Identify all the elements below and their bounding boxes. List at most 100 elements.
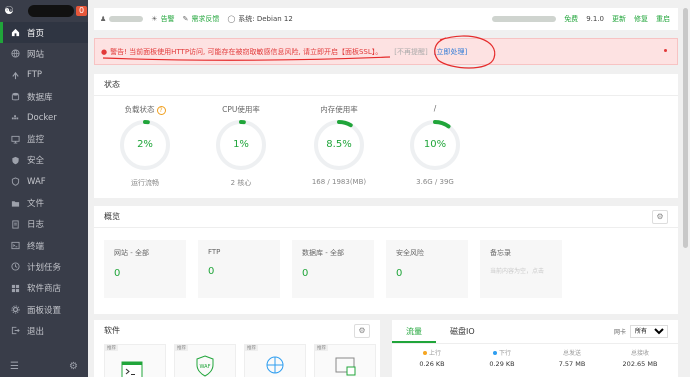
- sidebar-item-logs[interactable]: 日志: [0, 214, 88, 235]
- sidebar-item-label: 终端: [27, 241, 45, 252]
- repair-button[interactable]: 修复: [634, 14, 648, 24]
- overview-card-security[interactable]: 安全风险 0: [386, 240, 468, 298]
- sidebar-item-monitor[interactable]: 监控: [0, 128, 88, 149]
- sidebar-item-database[interactable]: 数据库: [0, 86, 88, 107]
- system-label: 系统: Debian 12: [238, 15, 293, 23]
- software-item[interactable]: 推荐 WAF: [174, 344, 236, 377]
- sidebar-item-label: 面板设置: [27, 305, 62, 316]
- system-info: ◯ 系统: Debian 12: [227, 14, 292, 24]
- alert-label: 告警: [160, 15, 175, 23]
- sidebar-item-home[interactable]: 首页: [0, 22, 88, 44]
- terminal-icon: [10, 241, 20, 251]
- topbar-right: 免费 9.1.0 更新 修复 重启: [484, 14, 678, 24]
- card-value: 0: [396, 268, 403, 279]
- gauge-ring: 10%: [408, 118, 462, 172]
- user-icon: ♟: [100, 15, 107, 23]
- tab-disk-io[interactable]: 磁盘IO: [436, 320, 489, 343]
- card-value: 0: [208, 266, 215, 277]
- notification-badge[interactable]: 0: [76, 6, 88, 16]
- gauge-load[interactable]: 负载状态? 2% 运行流畅: [110, 104, 180, 188]
- settings-icon: [10, 305, 20, 315]
- stat-value: 7.57 MB: [558, 360, 586, 368]
- sidebar-item-docker[interactable]: Docker: [0, 107, 88, 128]
- overview-card-ftp[interactable]: FTP 0: [198, 240, 280, 298]
- sidebar-item-security[interactable]: 安全: [0, 150, 88, 171]
- alert-link[interactable]: ☀ 告警: [151, 14, 174, 24]
- ftp-icon: [10, 70, 20, 80]
- sidebar-item-terminal[interactable]: 终端: [0, 235, 88, 256]
- version-label: 9.1.0: [586, 15, 604, 23]
- software-item[interactable]: 推荐: [314, 344, 376, 377]
- app-root: ☯ 0 首页 网站 FTP 数据库 Docker 监控 安全 WAF 文件 日志…: [0, 0, 690, 377]
- collapse-menu-icon[interactable]: ☰: [10, 361, 19, 372]
- help-icon[interactable]: ?: [156, 106, 166, 115]
- sidebar-item-ftp[interactable]: FTP: [0, 65, 88, 86]
- update-button[interactable]: 更新: [612, 14, 626, 24]
- overview-card-memo[interactable]: 备忘录 当前内容为空，点击: [480, 240, 562, 298]
- gear-icon[interactable]: ⚙: [354, 324, 370, 338]
- free-badge[interactable]: 免费: [564, 14, 578, 24]
- sidebar-item-label: 退出: [27, 326, 45, 337]
- download-dot: [492, 351, 497, 355]
- waf-icon: [10, 177, 20, 187]
- sidebar-item-label: 软件商店: [27, 284, 62, 295]
- software-item[interactable]: 推荐: [244, 344, 306, 377]
- overview-card-database[interactable]: 数据库 - 全部 0: [292, 240, 374, 298]
- gauge-sub: 3.6G / 39G: [416, 178, 454, 186]
- sidebar-item-label: FTP: [27, 70, 43, 81]
- stat-label: 总发送: [562, 350, 581, 357]
- card-label: 网站 - 全部: [114, 249, 149, 257]
- card-label: 数据库 - 全部: [302, 249, 344, 257]
- upload-dot: [422, 351, 427, 355]
- gauge-label: 负载状态?: [110, 104, 180, 116]
- sidebar-item-store[interactable]: 软件商店: [0, 278, 88, 299]
- stat-total-received: 总接收 202.65 MB: [610, 348, 670, 368]
- gauge-sub: 运行流畅: [131, 179, 159, 187]
- scrollbar[interactable]: [682, 0, 690, 377]
- bell-icon: ☀: [151, 15, 158, 23]
- sidebar-item-cron[interactable]: 计划任务: [0, 256, 88, 277]
- sidebar: ☯ 0 首页 网站 FTP 数据库 Docker 监控 安全 WAF 文件 日志…: [0, 0, 88, 377]
- gauge-cpu[interactable]: CPU使用率 1% 2 核心: [206, 104, 276, 188]
- shield-icon: [10, 155, 20, 165]
- recommend-tag: 推荐: [245, 345, 258, 351]
- sidebar-item-label: 首页: [27, 28, 45, 39]
- gear-icon[interactable]: ⚙: [69, 361, 78, 372]
- brand: ☯ 0: [0, 0, 88, 22]
- ignore-alert-link[interactable]: [不再提醒]: [394, 47, 427, 57]
- stat-upload: 上行 0.26 KB: [402, 348, 462, 368]
- sidebar-item-label: 计划任务: [27, 262, 62, 273]
- gauge-value: 8.5%: [326, 139, 352, 150]
- sidebar-item-websites[interactable]: 网站: [0, 43, 88, 64]
- feedback-link[interactable]: ✎ 需求反馈: [183, 14, 220, 24]
- server-redacted: [492, 16, 557, 22]
- sidebar-item-logout[interactable]: 退出: [0, 320, 88, 341]
- sidebar-item-files[interactable]: 文件: [0, 192, 88, 213]
- gauge-memory[interactable]: 内存使用率 8.5% 168 / 1983(MB): [304, 104, 374, 186]
- sidebar-item-settings[interactable]: 面板设置: [0, 299, 88, 320]
- card-value: 0: [302, 268, 309, 279]
- sidebar-item-waf[interactable]: WAF: [0, 171, 88, 192]
- overview-card-websites[interactable]: 网站 - 全部 0: [104, 240, 186, 298]
- fix-now-link[interactable]: [立即处理]: [434, 47, 467, 57]
- nic-select[interactable]: 所有: [630, 325, 668, 338]
- gauge-sub: 2 核心: [230, 179, 252, 187]
- tab-traffic[interactable]: 流量: [392, 320, 436, 343]
- gauge-disk[interactable]: / 10% 3.6G / 39G: [400, 104, 470, 186]
- gauge-label: /: [433, 104, 437, 113]
- software-item[interactable]: 推荐: [104, 344, 166, 377]
- stat-value: 0.29 KB: [489, 360, 515, 368]
- restart-button[interactable]: 重启: [656, 14, 670, 24]
- topbar: ♟ ☀ 告警 ✎ 需求反馈 ◯ 系统: Debian 12 免费 9.1.0 更新 修…: [94, 8, 678, 30]
- scrollbar-thumb[interactable]: [683, 8, 688, 248]
- software-panel: 软件 ⚙ 推荐 推荐 WAF 推荐 推荐: [94, 320, 380, 377]
- sidebar-item-label: 数据库: [27, 92, 53, 103]
- status-panel: 状态 负载状态? 2% 运行流畅 CPU使用率 1% 2 核心 内存使用率 8.…: [94, 74, 678, 198]
- gear-icon[interactable]: ⚙: [652, 210, 668, 224]
- gauge-label: CPU使用率: [222, 105, 260, 114]
- sidebar-item-label: 文件: [27, 199, 45, 210]
- stat-download: 下行 0.29 KB: [472, 348, 532, 368]
- card-value: 0: [114, 268, 121, 279]
- user-info: ♟: [100, 15, 144, 23]
- status-title: 状态: [94, 74, 678, 96]
